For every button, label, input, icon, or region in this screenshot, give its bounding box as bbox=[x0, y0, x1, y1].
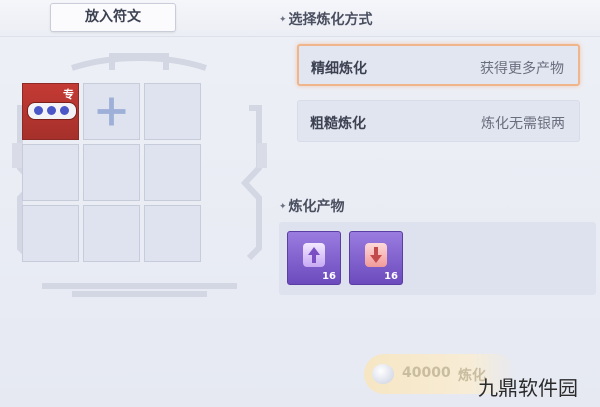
tab-put-rune[interactable]: 放入符文 bbox=[50, 3, 176, 32]
product-section-title: ✦ 炼化产物 bbox=[279, 196, 345, 216]
product-section-title-text: 炼化产物 bbox=[288, 199, 345, 215]
option-desc: 炼化无需银两 bbox=[481, 116, 565, 132]
empty-slot[interactable] bbox=[22, 144, 79, 201]
option-rough-refine[interactable]: 粗糙炼化 炼化无需银两 bbox=[297, 100, 580, 142]
option-label: 粗糙炼化 bbox=[310, 116, 366, 132]
rune-dot bbox=[47, 106, 56, 115]
watermark: 九鼎软件园 bbox=[478, 376, 578, 400]
option-fine-refine[interactable]: 精细炼化 获得更多产物 bbox=[297, 44, 580, 86]
empty-slot[interactable] bbox=[144, 205, 201, 262]
option-desc: 获得更多产物 bbox=[480, 61, 564, 77]
method-section-title-text: 选择炼化方式 bbox=[288, 12, 373, 28]
rune-slot-1[interactable]: 专 bbox=[22, 83, 79, 140]
empty-slot[interactable] bbox=[144, 144, 201, 201]
silver-coin-icon bbox=[372, 364, 394, 384]
product-item-2[interactable]: 16 bbox=[349, 231, 403, 285]
rune-icon bbox=[27, 102, 77, 120]
product-item-1[interactable]: 16 bbox=[287, 231, 341, 285]
add-rune-slot[interactable] bbox=[83, 83, 140, 140]
product-count: 16 bbox=[384, 271, 398, 282]
diamond-icon: ✦ bbox=[279, 15, 287, 25]
product-count: 16 bbox=[322, 271, 336, 282]
rune-dot bbox=[34, 106, 43, 115]
refine-cost: 40000 bbox=[402, 365, 451, 381]
rune-tag: 专 bbox=[63, 88, 74, 101]
plus-icon bbox=[97, 97, 126, 126]
empty-slot[interactable] bbox=[83, 205, 140, 262]
pink-down-crystal-icon bbox=[365, 243, 387, 267]
diamond-icon: ✦ bbox=[279, 202, 287, 212]
option-label: 精细炼化 bbox=[311, 61, 367, 77]
rune-grid: 专 bbox=[22, 83, 206, 267]
empty-slot[interactable] bbox=[22, 205, 79, 262]
empty-slot[interactable] bbox=[83, 144, 140, 201]
empty-slot[interactable] bbox=[144, 83, 201, 140]
purple-up-crystal-icon bbox=[303, 243, 325, 267]
rune-dot bbox=[60, 106, 69, 115]
method-section-title: ✦ 选择炼化方式 bbox=[279, 9, 373, 29]
